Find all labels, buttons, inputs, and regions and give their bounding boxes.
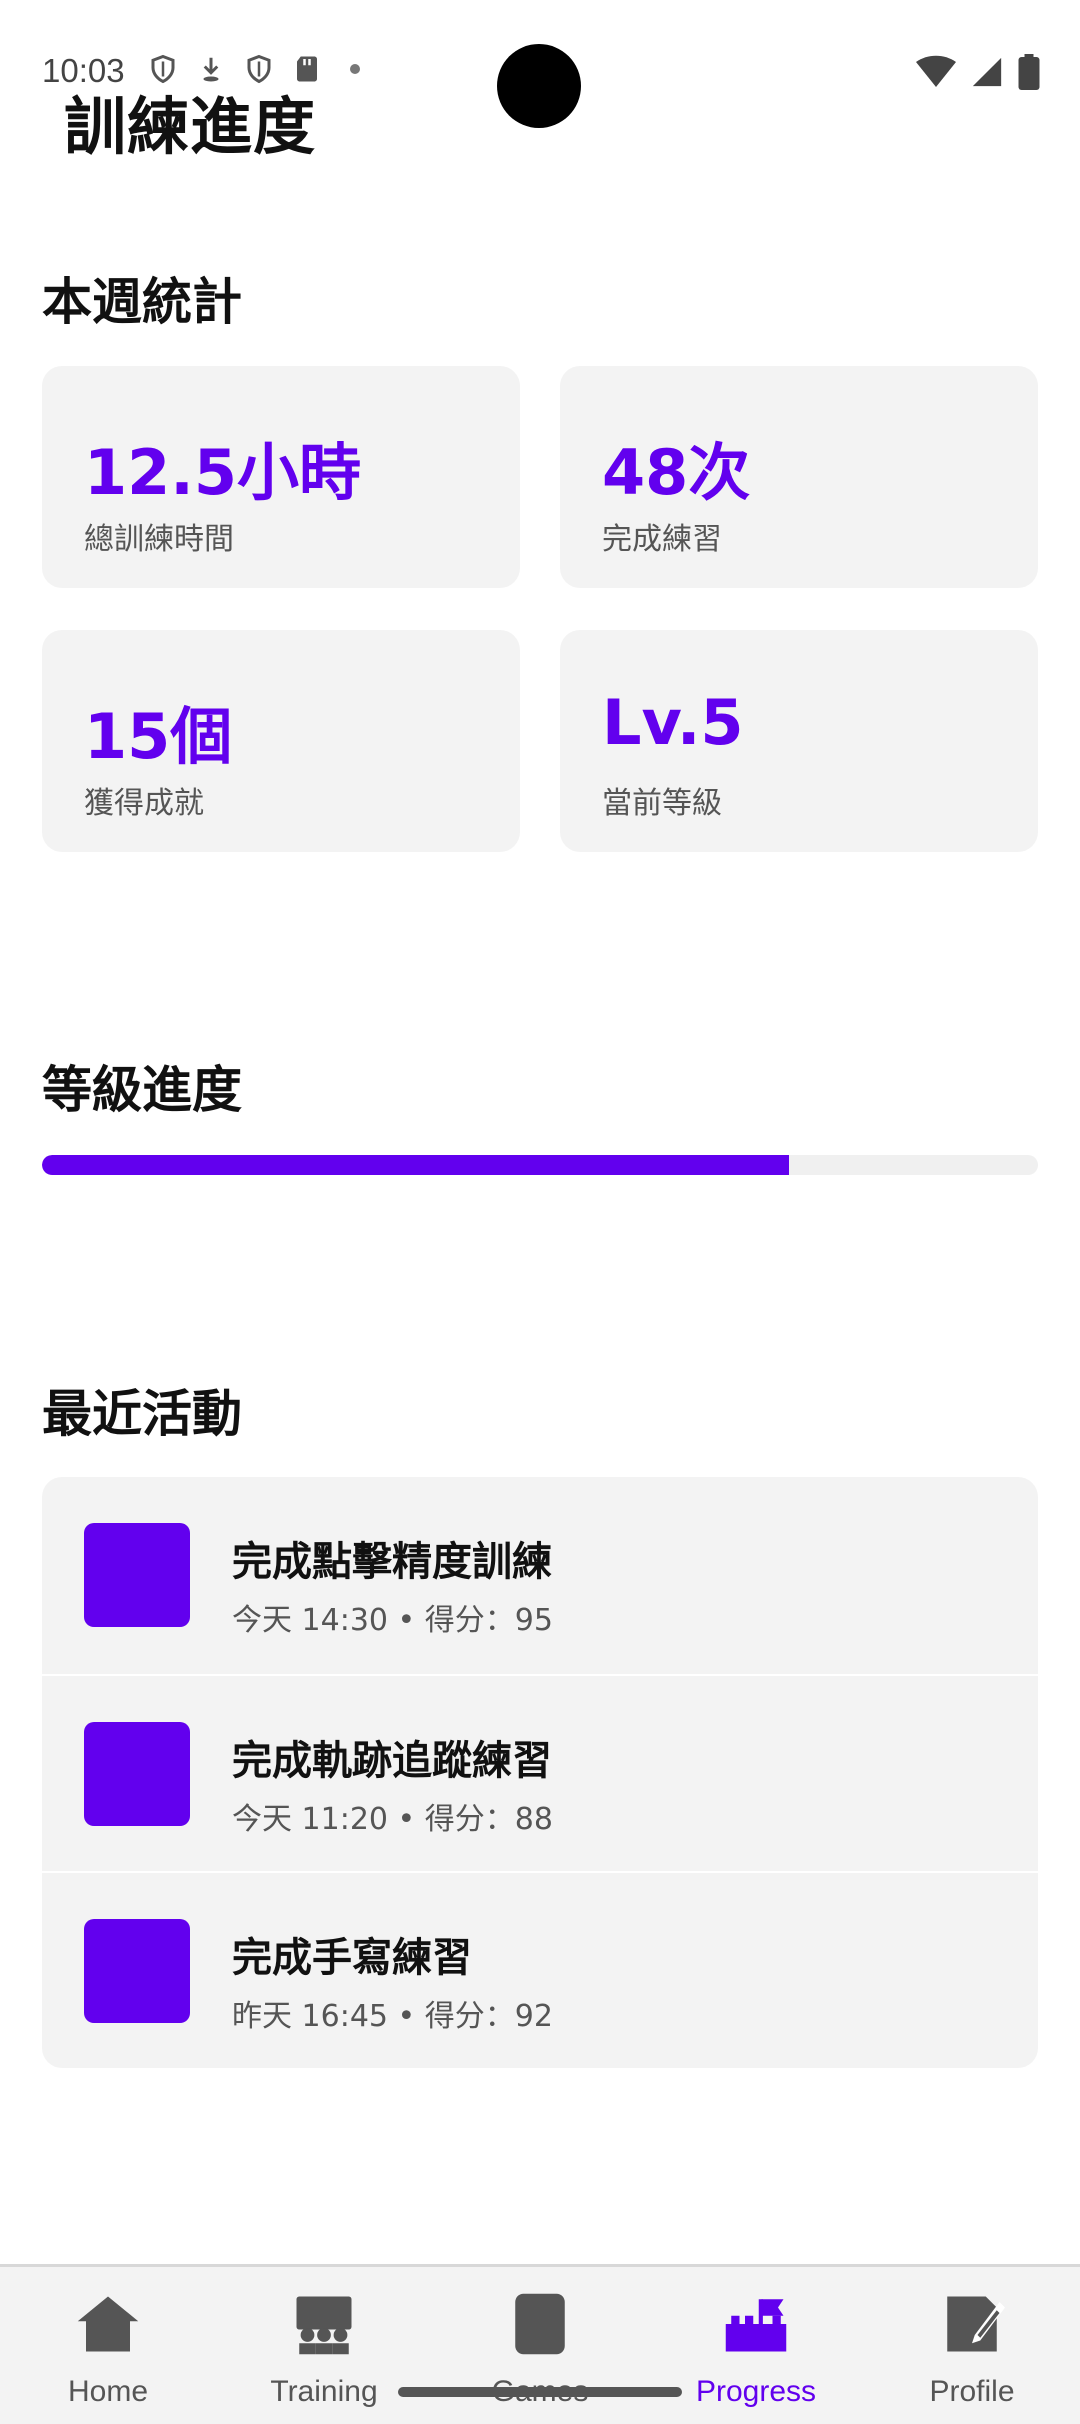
nav-label: Profile	[929, 2375, 1015, 2408]
camera-cutout	[497, 44, 581, 128]
activity-list: 完成點擊精度訓練 今天 14:30 • 得分：95 完成軌跡追蹤練習 今天 11…	[42, 1477, 1038, 2068]
stat-card-achievements: 15個 獲得成就	[42, 630, 520, 852]
stat-label: 當前等級	[602, 786, 722, 821]
activity-thumbnail	[84, 1722, 190, 1826]
activity-meta: 今天 11:20 • 得分：88	[232, 1802, 553, 1837]
dot-icon	[350, 64, 360, 74]
stat-value: Lv.5	[602, 686, 744, 759]
stat-card-level: Lv.5 當前等級	[560, 630, 1038, 852]
battery-icon	[1018, 54, 1040, 90]
list-item[interactable]: 完成軌跡追蹤練習 今天 11:20 • 得分：88	[42, 1674, 1038, 1871]
activity-title: 完成手寫練習	[232, 1935, 472, 1981]
page-title: 訓練進度	[64, 90, 317, 163]
home-icon	[77, 2296, 139, 2352]
games-icon	[515, 2293, 565, 2355]
activity-thumbnail	[84, 1523, 190, 1627]
level-progress-bar	[42, 1155, 1038, 1175]
stat-value: 48次	[602, 436, 751, 509]
activity-title: 完成點擊精度訓練	[232, 1539, 552, 1585]
progress-icon	[725, 2299, 787, 2352]
activity-meta: 今天 14:30 • 得分：95	[232, 1603, 553, 1638]
nav-item-progress[interactable]: Progress	[648, 2267, 864, 2424]
activity-title: 完成軌跡追蹤練習	[232, 1738, 552, 1784]
stat-label: 獲得成就	[84, 786, 204, 821]
recent-activity-title: 最近活動	[42, 1385, 242, 1443]
weekly-stats-title: 本週統計	[42, 273, 242, 331]
stat-card-training-time: 12.5小時 總訓練時間	[42, 366, 520, 588]
nav-item-home[interactable]: Home	[0, 2267, 216, 2424]
system-icons	[916, 54, 1040, 90]
nav-item-profile[interactable]: Profile	[864, 2267, 1080, 2424]
signal-icon	[972, 57, 1002, 87]
training-icon	[296, 2296, 352, 2355]
level-progress-fill	[42, 1155, 789, 1175]
list-item[interactable]: 完成手寫練習 昨天 16:45 • 得分：92	[42, 1871, 1038, 2068]
nav-item-games[interactable]: Games	[432, 2267, 648, 2424]
nav-item-training[interactable]: Training	[216, 2267, 432, 2424]
bottom-navigation: Home Training Games Progress Profile	[0, 2264, 1080, 2424]
list-item[interactable]: 完成點擊精度訓練 今天 14:30 • 得分：95	[42, 1477, 1038, 1674]
nav-label: Home	[67, 2375, 149, 2408]
stat-label: 完成練習	[602, 522, 722, 557]
profile-icon	[947, 2296, 1005, 2352]
stat-card-exercises: 48次 完成練習	[560, 366, 1038, 588]
wifi-icon	[916, 55, 956, 87]
activity-meta: 昨天 16:45 • 得分：92	[232, 1999, 553, 2034]
stat-label: 總訓練時間	[84, 522, 234, 557]
gesture-handle[interactable]	[398, 2387, 682, 2397]
activity-thumbnail	[84, 1919, 190, 2023]
stat-value: 15個	[84, 700, 233, 773]
progress-screen: 10:03 訓練進度 本週統計 12.5小時 總訓練時間 48次 完成練習 15…	[0, 0, 1080, 2424]
stat-value: 12.5小時	[84, 436, 361, 509]
level-progress-title: 等級進度	[42, 1061, 242, 1119]
